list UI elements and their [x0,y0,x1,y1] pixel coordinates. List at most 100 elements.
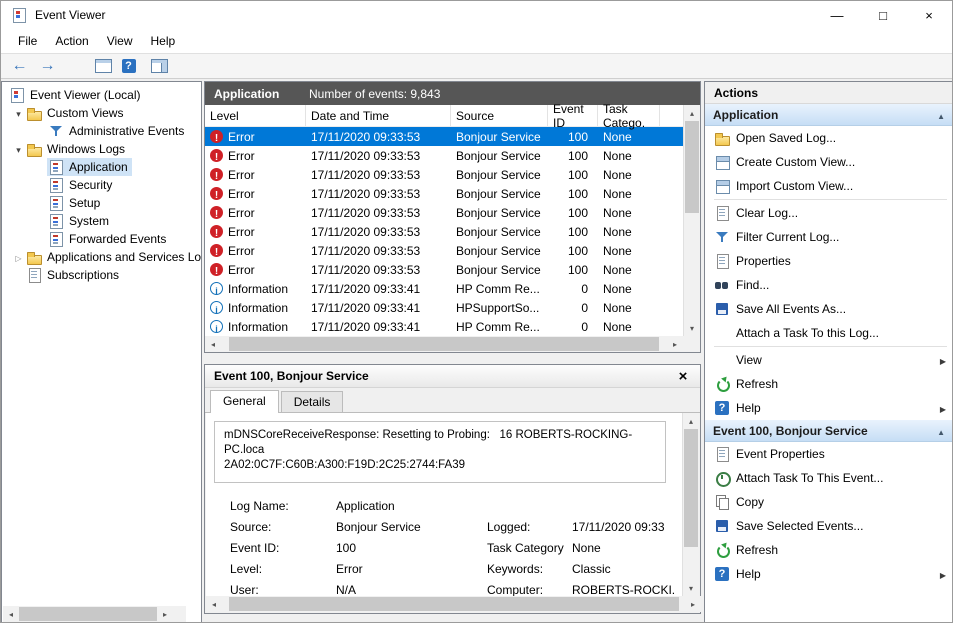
scroll-right-icon[interactable] [685,596,701,612]
source-text: HPSupportSo... [456,300,540,315]
events-vertical-scrollbar[interactable] [683,105,700,336]
expand-arrow-icon[interactable] [12,106,25,120]
action-properties[interactable]: Properties [705,249,952,273]
detail-close-icon[interactable] [672,368,694,385]
scroll-left-icon[interactable] [205,336,221,352]
event-row[interactable]: Information 17/11/2020 09:33:41 HP Comm … [205,317,700,336]
tree-item-application[interactable]: Application [2,158,201,176]
tab-general[interactable]: General [210,390,279,413]
tree-item-administrative-events[interactable]: Administrative Events [2,122,201,140]
action-view[interactable]: View [705,348,952,372]
event-message[interactable]: mDNSCoreReceiveResponse: Resetting to Pr… [214,421,666,483]
event-row[interactable]: Error 17/11/2020 09:33:53 Bonjour Servic… [205,165,700,184]
titlebar: Event Viewer — □ × [1,1,952,29]
scroll-right-icon[interactable] [667,336,683,352]
maximize-button[interactable]: □ [860,1,906,29]
show-hide-console-tree-button[interactable] [1,55,202,622]
column-source[interactable]: Source [451,105,548,126]
menu-help[interactable]: Help [142,31,185,51]
event-row[interactable]: Error 17/11/2020 09:33:53 Bonjour Servic… [205,146,700,165]
scroll-up-icon[interactable] [683,413,699,429]
task-text: None [603,186,632,201]
action-help[interactable]: Help [705,396,952,420]
scroll-up-icon[interactable] [684,105,700,121]
tree-item-security[interactable]: Security [2,176,201,194]
menu-action[interactable]: Action [46,31,97,51]
level-text: Error [228,129,255,144]
collapse-icon[interactable] [937,108,945,122]
expand-arrow-icon[interactable] [12,142,25,156]
event-row[interactable]: Information 17/11/2020 09:33:41 HPSuppor… [205,298,700,317]
tree-item-setup[interactable]: Setup [2,194,201,212]
event-log-icon [48,231,64,247]
scroll-right-icon[interactable] [157,606,173,622]
column-event-id[interactable]: Event ID [548,102,598,130]
detail-horizontal-scrollbar[interactable] [206,596,701,612]
menu-file[interactable]: File [9,31,46,51]
back-button[interactable] [7,55,32,77]
event-id-text: 100 [567,129,588,144]
event-row[interactable]: Error 17/11/2020 09:33:53 Bonjour Servic… [205,241,700,260]
tree-item-forwarded-events[interactable]: Forwarded Events [2,230,201,248]
events-horizontal-scrollbar[interactable] [205,336,683,352]
event-row[interactable]: Error 17/11/2020 09:33:53 Bonjour Servic… [205,222,700,241]
scroll-left-icon[interactable] [206,596,222,612]
action-open-saved-log[interactable]: Open Saved Log... [705,126,952,150]
menu-view[interactable]: View [98,31,142,51]
actions-section-event[interactable]: Event 100, Bonjour Service [705,420,952,442]
error-icon [210,130,223,143]
scroll-left-icon[interactable] [3,606,19,622]
action-attach-task-to-log[interactable]: Attach a Task To this Log... [705,321,952,345]
event-row[interactable]: Information 17/11/2020 09:33:41 HP Comm … [205,279,700,298]
properties-toolbar-button[interactable] [91,55,116,77]
action-create-custom-view[interactable]: Create Custom View... [705,150,952,174]
action-filter-current-log[interactable]: Filter Current Log... [705,225,952,249]
tree-item-windows-logs[interactable]: Windows Logs [2,140,201,158]
action-save-all-events-as[interactable]: Save All Events As... [705,297,952,321]
action-event-properties[interactable]: Event Properties [705,442,952,466]
scrollbar-thumb[interactable] [19,607,157,621]
action-copy[interactable]: Copy [705,490,952,514]
event-row[interactable]: Error 17/11/2020 09:33:53 Bonjour Servic… [205,184,700,203]
forward-button[interactable] [35,55,60,77]
scrollbar-thumb[interactable] [229,337,659,351]
tree-item-subscriptions[interactable]: Subscriptions [2,266,201,284]
column-level[interactable]: Level [205,105,306,126]
event-row[interactable]: Error 17/11/2020 09:33:53 Bonjour Servic… [205,127,700,146]
action-label: Clear Log... [736,206,799,220]
event-detail-panel: Event 100, Bonjour Service General Detai… [204,364,701,614]
tree-horizontal-scrollbar[interactable] [3,606,186,622]
action-refresh-event[interactable]: Refresh [705,538,952,562]
scroll-down-icon[interactable] [683,580,699,596]
scrollbar-thumb[interactable] [684,429,698,547]
event-row[interactable]: Error 17/11/2020 09:33:53 Bonjour Servic… [205,203,700,222]
help-toolbar-button[interactable] [119,55,144,77]
show-hide-action-pane-button[interactable] [147,55,172,77]
column-task-category[interactable]: Task Catego. [598,102,660,130]
collapse-icon[interactable] [937,424,945,438]
actions-section-application[interactable]: Application [705,104,952,126]
action-refresh[interactable]: Refresh [705,372,952,396]
action-clear-log[interactable]: Clear Log... [705,201,952,225]
close-button[interactable]: × [906,1,952,29]
tree-item-root[interactable]: Event Viewer (Local) [2,86,201,104]
action-save-selected-events[interactable]: Save Selected Events... [705,514,952,538]
tab-details[interactable]: Details [280,391,344,412]
tree-item-custom-views[interactable]: Custom Views [2,104,201,122]
detail-vertical-scrollbar[interactable] [682,413,699,596]
action-help-event[interactable]: Help [705,562,952,586]
error-icon [210,263,223,276]
tree-item-applications-and-services[interactable]: Applications and Services Lo [2,248,201,266]
event-row[interactable]: Error 17/11/2020 09:33:53 Bonjour Servic… [205,260,700,279]
column-datetime[interactable]: Date and Time [306,105,451,126]
tree-item-system[interactable]: System [2,212,201,230]
scrollbar-thumb[interactable] [685,121,699,213]
collapsed-arrow-icon[interactable] [12,250,25,264]
action-label: Refresh [736,377,779,391]
scrollbar-thumb[interactable] [228,597,679,611]
action-find[interactable]: Find... [705,273,952,297]
scroll-down-icon[interactable] [684,320,700,336]
action-attach-task-to-event[interactable]: Attach Task To This Event... [705,466,952,490]
action-import-custom-view[interactable]: Import Custom View... [705,174,952,198]
minimize-button[interactable]: — [814,1,860,29]
